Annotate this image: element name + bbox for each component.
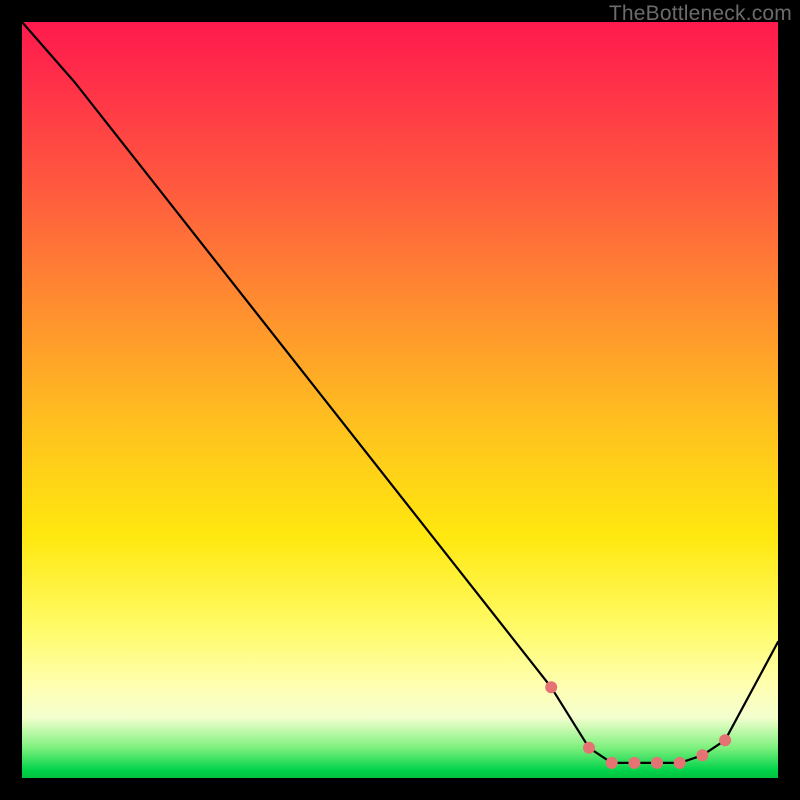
curve-markers [545,681,731,769]
curve-marker [696,749,708,761]
curve-marker [674,757,686,769]
watermark-text: TheBottleneck.com [609,2,792,26]
chart-frame: TheBottleneck.com [0,0,800,800]
curve-marker [583,742,595,754]
curve-marker [719,734,731,746]
curve-marker [628,757,640,769]
chart-svg [22,22,778,778]
curve-marker [651,757,663,769]
chart-plot-area [22,22,778,778]
curve-marker [545,681,557,693]
curve-marker [606,757,618,769]
curve-path [22,22,778,763]
